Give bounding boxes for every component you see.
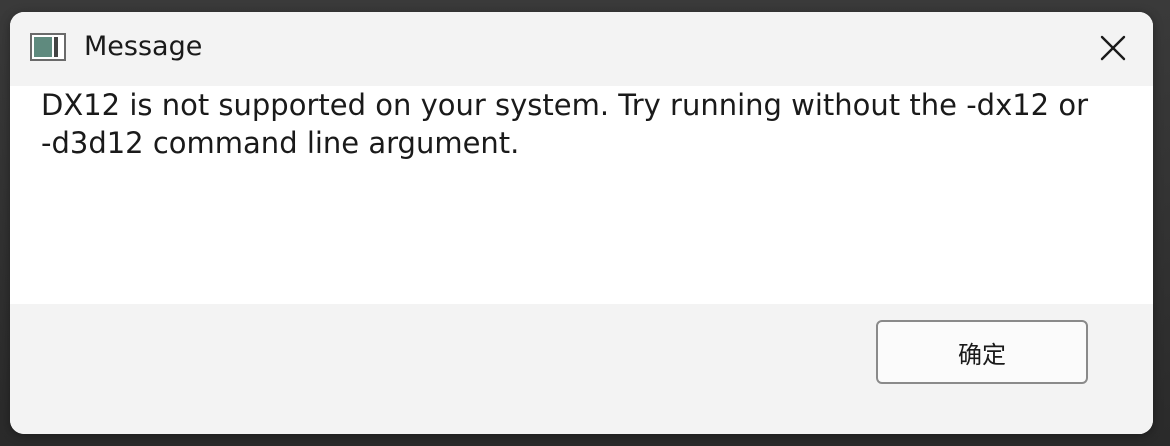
dialog-message: DX12 is not supported on your system. Tr… bbox=[41, 88, 1089, 160]
title-bar: Message bbox=[10, 12, 1153, 86]
close-button[interactable] bbox=[1089, 24, 1137, 72]
dialog-title: Message bbox=[84, 31, 203, 62]
close-icon bbox=[1100, 35, 1126, 61]
ok-button[interactable]: 确定 bbox=[876, 320, 1088, 384]
app-window-icon bbox=[30, 33, 66, 61]
app-icon-bar bbox=[54, 37, 58, 57]
app-icon-fill bbox=[34, 37, 52, 57]
